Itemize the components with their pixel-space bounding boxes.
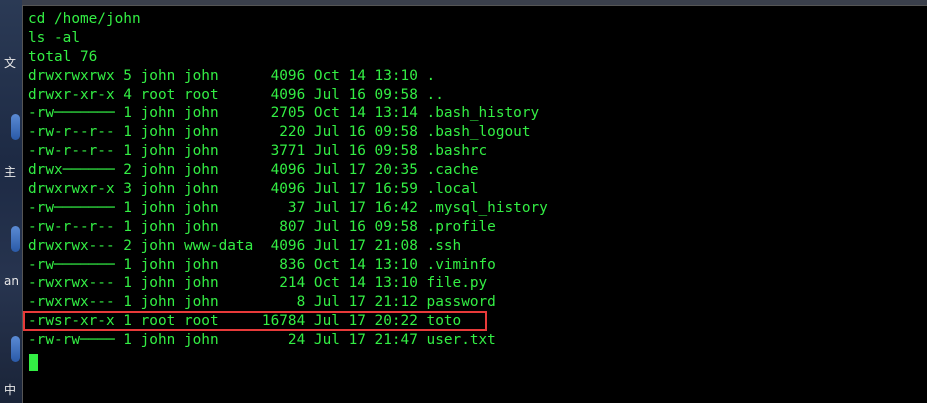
- terminal-line: drwxrwxrwx 5 john john 4096 Oct 14 13:10…: [28, 67, 436, 84]
- terminal-line: -rw-r--r-- 1 john john 220 Jul 16 09:58 …: [28, 124, 531, 141]
- terminal-line: ls -al: [28, 29, 80, 46]
- desktop-label-2: 主: [4, 165, 17, 179]
- red-highlight-box: [23, 311, 487, 331]
- desktop-background-strip: 文 主 an 中: [0, 0, 22, 403]
- desktop-app-icon[interactable]: [11, 114, 20, 140]
- terminal-line: -rw-r--r-- 1 john john 807 Jul 16 09:58 …: [28, 218, 496, 235]
- desktop-label-4: 中: [4, 383, 17, 397]
- terminal-line: -rw─────── 1 john john 836 Oct 14 13:10 …: [28, 256, 496, 273]
- terminal-line: drwx────── 2 john john 4096 Jul 17 20:35…: [28, 162, 479, 179]
- terminal-line: -rw-r--r-- 1 john john 3771 Jul 16 09:58…: [28, 143, 488, 160]
- terminal-line: -rwxrwx--- 1 john john 214 Oct 14 13:10 …: [28, 275, 488, 292]
- terminal-line: drwxrwx--- 2 john www-data 4096 Jul 17 2…: [28, 237, 462, 254]
- desktop-app-icon[interactable]: [11, 226, 20, 252]
- terminal-line: -rwxrwx--- 1 john john 8 Jul 17 21:12 pa…: [28, 294, 496, 311]
- terminal-line: total 76: [28, 48, 98, 65]
- desktop-label-1: 文: [4, 56, 17, 70]
- terminal-line: drwxrwxr-x 3 john john 4096 Jul 17 16:59…: [28, 181, 479, 198]
- terminal-output: cd /home/john ls -al total 76 drwxrwxrwx 5 …: [28, 10, 548, 350]
- terminal-line: -rw─────── 1 john john 37 Jul 17 16:42 .…: [28, 199, 548, 216]
- terminal-line: -rw-rw──── 1 john john 24 Jul 17 21:47 u…: [28, 332, 496, 349]
- screenshot-frame: 文 主 an 中 cd /home/john ls -al total 76 drwx…: [0, 0, 927, 403]
- terminal-line: -rw─────── 1 john john 2705 Oct 14 13:14…: [28, 105, 540, 122]
- terminal-line: cd /home/john: [28, 11, 141, 27]
- desktop-label-3: an: [4, 274, 19, 288]
- desktop-app-icon[interactable]: [11, 336, 20, 362]
- terminal-line: drwxr-xr-x 4 root root 4096 Jul 16 09:58…: [28, 86, 444, 103]
- terminal-window[interactable]: cd /home/john ls -al total 76 drwxrwxrwx 5 …: [22, 5, 927, 403]
- terminal-cursor: [29, 354, 38, 371]
